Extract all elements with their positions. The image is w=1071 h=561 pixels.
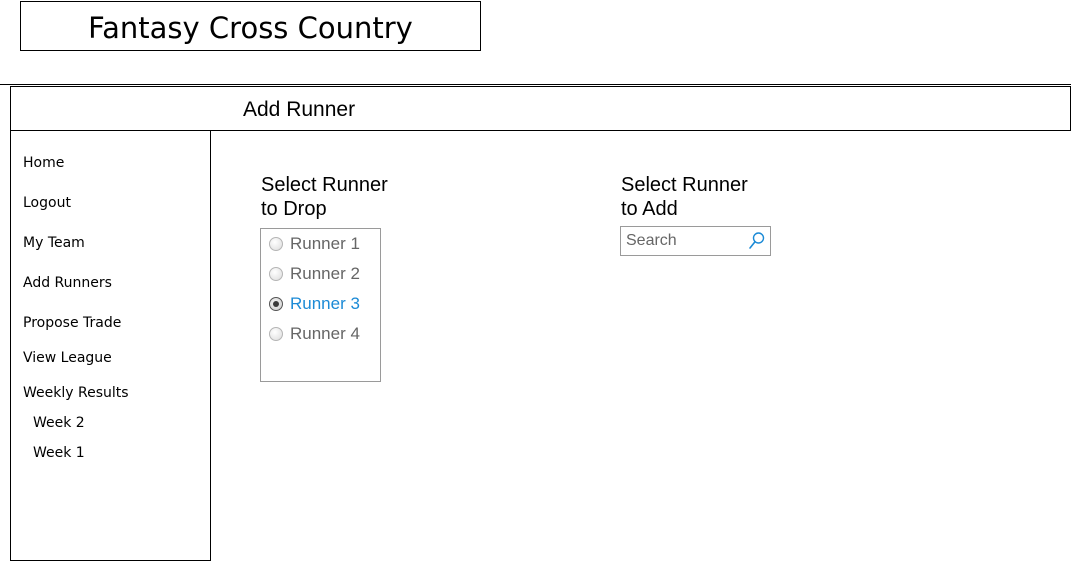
sidebar-item-propose-trade[interactable]: Propose Trade <box>23 314 121 332</box>
app-title: Fantasy Cross Country <box>88 11 413 45</box>
add-heading-line2: to Add <box>621 198 678 220</box>
add-heading-line1: Select Runner <box>621 174 748 196</box>
drop-runner-heading: Select Runner to Drop <box>261 173 388 221</box>
radio-button[interactable] <box>269 267 283 281</box>
add-runner-heading: Select Runner to Add <box>621 173 748 221</box>
drop-heading-line2: to Drop <box>261 198 327 220</box>
drop-heading-line1: Select Runner <box>261 174 388 196</box>
sidebar-item-my-team[interactable]: My Team <box>23 234 85 252</box>
page-title: Add Runner <box>243 98 356 121</box>
sidebar-item-view-league[interactable]: View League <box>23 349 112 367</box>
runner-option-3[interactable]: Runner 3 <box>269 293 360 315</box>
runner-label: Runner 4 <box>290 324 360 343</box>
radio-button[interactable] <box>269 327 283 341</box>
sidebar-item-home[interactable]: Home <box>23 154 64 172</box>
runner-label: Runner 1 <box>290 234 360 253</box>
header-divider <box>0 84 1071 85</box>
runner-option-2[interactable]: Runner 2 <box>269 263 360 285</box>
radio-button[interactable] <box>269 237 283 251</box>
runner-option-1[interactable]: Runner 1 <box>269 233 360 255</box>
page-header: Add Runner <box>10 86 1071 131</box>
sidebar-item-add-runners[interactable]: Add Runners <box>23 274 112 292</box>
app-title-box: Fantasy Cross Country <box>20 1 481 51</box>
sidebar-subitem-week-2[interactable]: Week 2 <box>33 414 85 432</box>
search-icon[interactable] <box>748 231 766 251</box>
runner-label: Runner 2 <box>290 264 360 283</box>
sidebar-item-weekly-results[interactable]: Weekly Results <box>23 384 129 402</box>
search-input[interactable] <box>626 231 744 251</box>
sidebar-subitem-week-1[interactable]: Week 1 <box>33 444 85 462</box>
sidebar-item-logout[interactable]: Logout <box>23 194 71 212</box>
runner-label-selected: Runner 3 <box>290 294 360 313</box>
radio-button-selected[interactable] <box>269 297 283 311</box>
runner-option-4[interactable]: Runner 4 <box>269 323 360 345</box>
runner-search-box <box>620 226 771 256</box>
drop-runner-list: Runner 1 Runner 2 Runner 3 Runner 4 <box>260 228 381 382</box>
sidebar-nav: Home Logout My Team Add Runners Propose … <box>10 130 211 561</box>
